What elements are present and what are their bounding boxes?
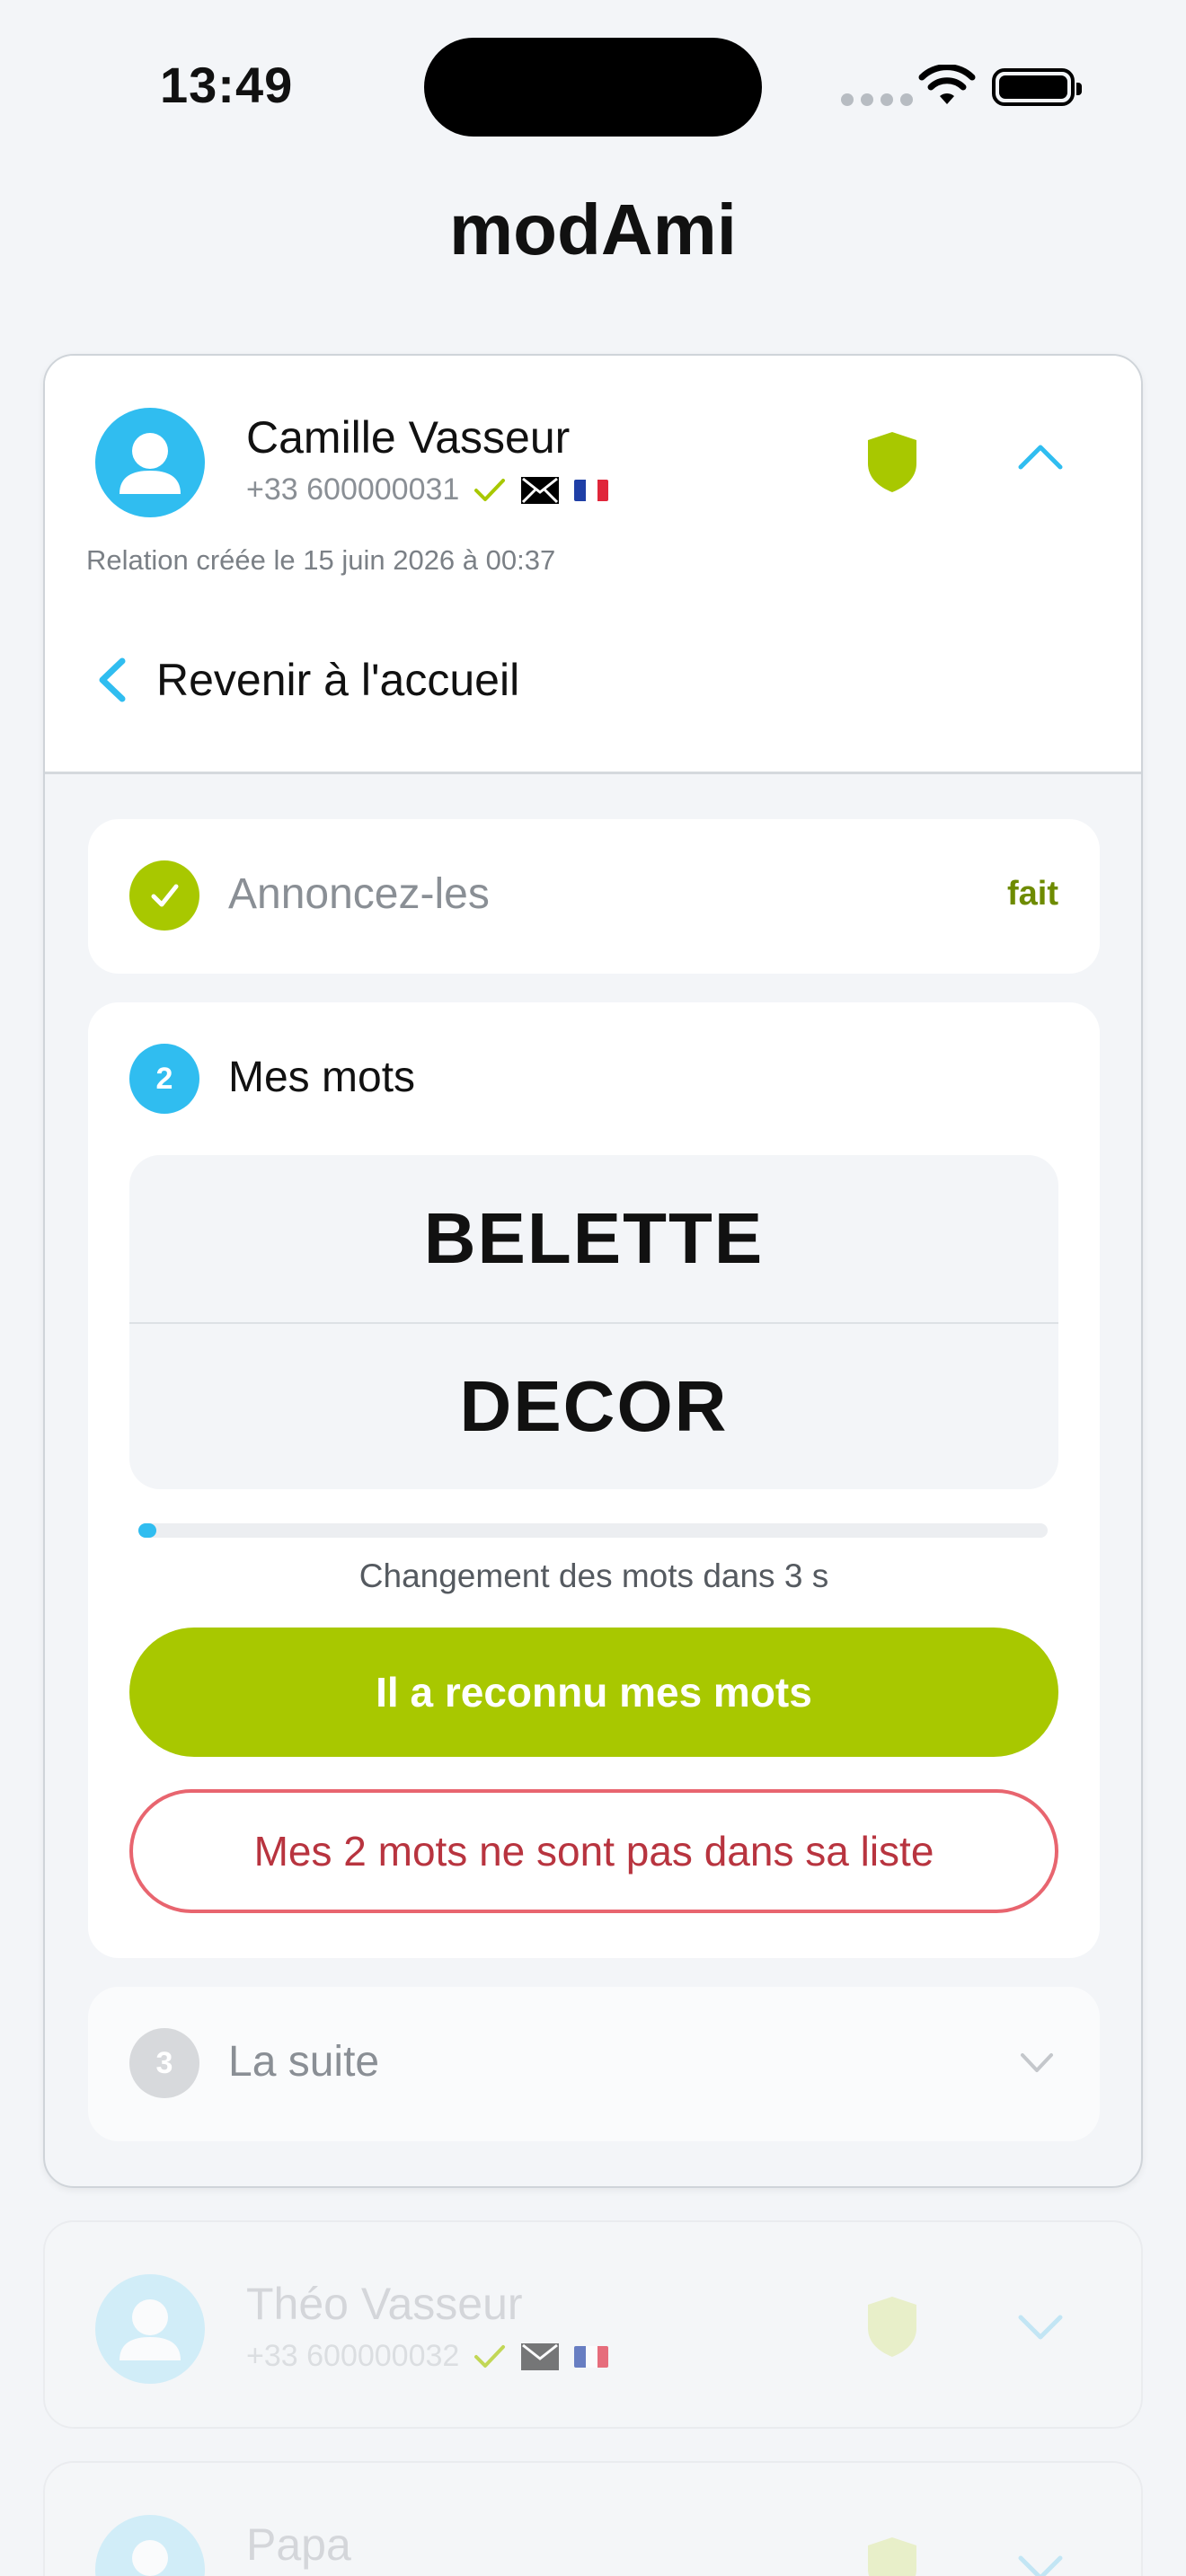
word-2: DECOR bbox=[129, 1322, 1058, 1489]
countdown-text: Changement des mots dans 3 s bbox=[358, 1557, 829, 1594]
step-title: La suite bbox=[228, 2038, 380, 2086]
contact-header: Camille Vasseur +33 600000031 Relation c… bbox=[45, 356, 1141, 774]
person-icon bbox=[119, 2299, 181, 2360]
recognized-words-button[interactable]: Il a reconnu mes mots bbox=[129, 1628, 1058, 1757]
contact-name: Camille Vasseur bbox=[246, 412, 571, 463]
contact-details: +33 600000031 bbox=[246, 472, 609, 507]
step-done-icon bbox=[129, 860, 199, 931]
avatar bbox=[95, 2274, 205, 2384]
app-title: modAmi bbox=[449, 190, 737, 269]
verified-check-icon bbox=[474, 478, 506, 501]
relation-created-text: Relation créée le 15 juin 2026 à 00:37 bbox=[86, 544, 556, 576]
word-1: BELETTE bbox=[423, 1198, 765, 1278]
avatar bbox=[95, 2515, 205, 2576]
words-not-in-list-button[interactable]: Mes 2 mots ne sont pas dans sa liste bbox=[129, 1789, 1058, 1913]
dynamic-island bbox=[424, 38, 762, 137]
screen: 13:49 modAmi Camille Vasseur +33 6000000… bbox=[0, 0, 1186, 2576]
step-announce[interactable]: Annoncez-les fait bbox=[88, 819, 1100, 974]
mail-icon bbox=[521, 2342, 560, 2370]
countdown-progress-fill bbox=[138, 1523, 157, 1538]
step-title: Mes mots bbox=[228, 1054, 416, 1101]
countdown-progress-bar bbox=[138, 1523, 1048, 1538]
signal-icon bbox=[841, 93, 913, 106]
status-bar: 13:49 bbox=[0, 0, 1186, 171]
back-to-home-link[interactable]: Revenir à l'accueil bbox=[95, 654, 519, 706]
shield-icon bbox=[868, 2297, 916, 2357]
contact-details: +33 600000032 bbox=[246, 2339, 609, 2374]
wifi-icon bbox=[918, 65, 976, 104]
shield-icon bbox=[868, 2537, 916, 2576]
step-number: 2 bbox=[129, 1044, 199, 1114]
step-next[interactable]: 3 La suite bbox=[88, 1987, 1100, 2141]
contact-card-collapsed[interactable]: Théo Vasseur +33 600000032 bbox=[43, 2220, 1143, 2429]
chevron-down-icon bbox=[1018, 2315, 1063, 2340]
back-label: Revenir à l'accueil bbox=[156, 655, 520, 705]
contact-phone: +33 600000031 bbox=[246, 472, 460, 507]
france-flag-icon bbox=[574, 2345, 609, 2368]
step-title: Annoncez-les bbox=[228, 870, 490, 918]
mail-icon bbox=[521, 476, 560, 504]
contact-card-collapsed[interactable]: Papa bbox=[43, 2461, 1143, 2576]
step-number: 3 bbox=[129, 2028, 199, 2098]
contact-card-expanded: Camille Vasseur +33 600000031 Relation c… bbox=[43, 354, 1143, 2188]
shield-icon[interactable] bbox=[864, 429, 920, 494]
france-flag-icon bbox=[574, 479, 609, 501]
battery-icon bbox=[992, 68, 1082, 106]
contact-phone: +33 600000032 bbox=[246, 2339, 460, 2373]
avatar bbox=[95, 408, 205, 517]
chevron-up-icon[interactable] bbox=[1017, 442, 1064, 471]
verified-check-icon bbox=[474, 2344, 506, 2368]
chevron-down-icon bbox=[1018, 2555, 1063, 2576]
status-time: 13:49 bbox=[160, 57, 294, 113]
person-icon bbox=[132, 2540, 168, 2576]
step-status-badge: fait bbox=[1007, 875, 1058, 913]
chevron-left-icon bbox=[99, 657, 126, 702]
contact-name: Papa bbox=[246, 2519, 351, 2570]
chevron-down-icon bbox=[1021, 2053, 1053, 2072]
person-icon bbox=[119, 433, 181, 494]
step-my-words: 2 Mes mots BELETTE DECOR Changement des … bbox=[88, 1002, 1100, 1958]
contact-name: Théo Vasseur bbox=[246, 2279, 523, 2329]
words-panel: BELETTE DECOR bbox=[129, 1155, 1058, 1489]
